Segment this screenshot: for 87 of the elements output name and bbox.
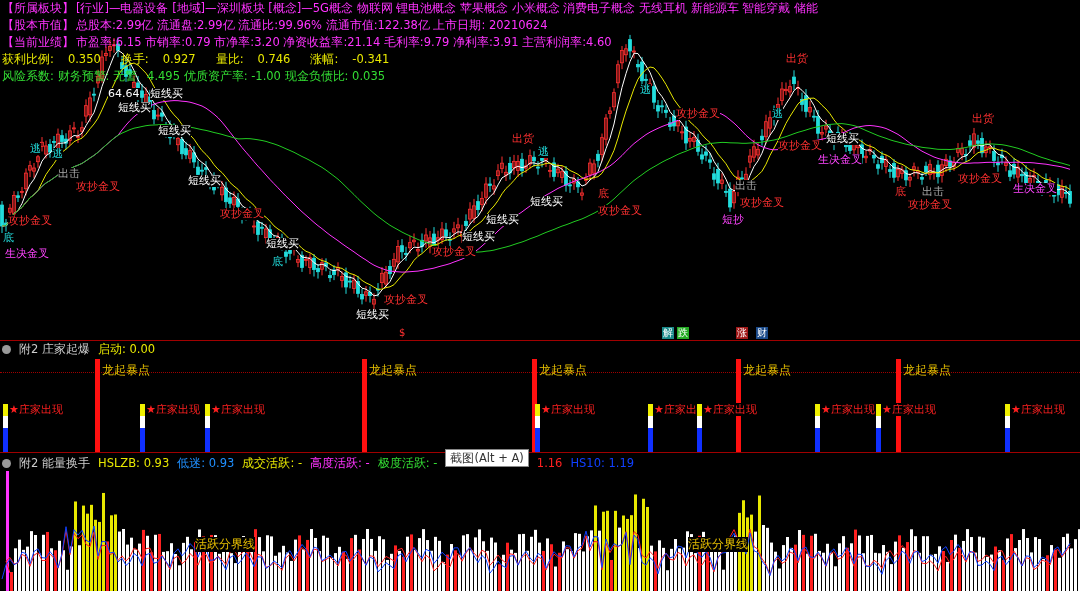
signal-label: 短线买 [158,125,191,137]
panel-reading: HSLZB: 0.93 [98,456,170,470]
signal-label: 短抄 [722,214,744,226]
signal-label: 底 [3,232,14,244]
signal-label: 出击 [58,168,80,180]
signal-label: 生决金叉 [1013,183,1057,195]
metric-value: 0.350 [67,52,101,67]
price-label: 64.64 [108,88,140,100]
signal-label: ★庄家出现 [1011,403,1065,416]
info-label: 【股本市值】 [2,18,74,33]
signal-label: ★庄家出 [654,403,697,416]
signal-label: ★庄家出现 [703,403,757,416]
metric-label: 获利比例: [2,52,54,67]
panel-reading: 极度活跃: - [377,456,438,470]
metric-label: 涨幅: [310,52,339,67]
signal-label: 龙起暴点 [539,363,587,378]
info-label: 【当前业绩】 [2,35,74,50]
signal-label: ★庄家出现 [211,403,265,416]
signal-label: ★庄家出现 [882,403,936,416]
panel-reading: 1.16 [536,456,563,470]
event-badge[interactable]: 涨 [736,327,748,339]
panel-reading: 成交活跃: - [242,456,303,470]
panel-reading: 低迷: 0.93 [177,456,235,470]
signal-label: 短线买 [188,175,221,187]
line-label: 活跃分界线 [688,537,748,552]
panel-reading: 高度活跃: - [310,456,370,470]
event-badge[interactable]: 解 [662,327,674,339]
signal-label: 出货 [786,53,808,65]
info-label: 【所属板块】 [2,1,74,16]
signal-label: 逃 [30,143,41,155]
panel-title: 附2 庄家起爆 [19,342,90,356]
event-badge[interactable]: $ [398,327,407,339]
info-text: [行业]—电器设备 [地域]—深圳板块 [概念]—5G概念 物联网 锂电池概念 苹果概念 小米概念 消费电子概念 无线耳机 新能源车 智能穿戴 储能 [76,1,818,16]
signal-label: ★庄家出现 [821,403,875,416]
line-label: 活跃分界线 [195,537,255,552]
signal-label: 攻抄金叉 [384,294,428,306]
signal-label: 出击 [922,186,944,198]
panel-reading: HS10: 1.19 [570,456,635,470]
event-badge[interactable]: 跌 [677,327,689,339]
panel-reading: 启动: 0.00 [98,342,156,356]
signal-label: 出货 [512,133,534,145]
signal-label: 龙起暴点 [903,363,951,378]
signal-label: 短线买 [150,88,183,100]
signal-label: 短线买 [356,309,389,321]
signal-label: 攻抄金叉 [8,215,52,227]
signal-label: 底 [272,256,283,268]
signal-label: 逃 [772,108,783,120]
signal-label: ★庄家出现 [9,403,63,416]
signal-label: 攻抄金叉 [740,197,784,209]
signal-label: 攻抄金叉 [220,208,264,220]
signal-label: 逃 [538,146,549,158]
signal-label: 短线买 [486,214,519,226]
signal-label: 出击 [735,180,757,192]
signal-label: ★庄家出现 [146,403,200,416]
info-text: 市盈率:6.15 市销率:0.79 市净率:3.20 净资收益率:21.14 毛利率:9.79 净利率:3.91 主营利润率:4.60 [76,35,612,50]
signal-label: 逃 [52,148,63,160]
signal-label: 短线买 [266,238,299,250]
signal-label: 生决金叉 [818,154,862,166]
signal-label: 攻抄金叉 [76,181,120,193]
signal-label: 出货 [972,113,994,125]
signal-label: 攻抄金叉 [908,199,952,211]
metric-value: -0.341 [352,52,390,67]
signal-label: 龙起暴点 [102,363,150,378]
signal-label: 底 [895,186,906,198]
signal-label: 底 [598,188,609,200]
signal-label: 短线买 [530,196,563,208]
signal-label: 短线买 [826,133,859,145]
event-badge[interactable]: 财 [756,327,768,339]
signal-label: 攻抄金叉 [676,108,720,120]
metric-value: 0.927 [162,52,196,67]
metric-label: 量比: [215,52,244,67]
signal-label: 攻抄金叉 [958,173,1002,185]
signal-label: ★庄家出现 [541,403,595,416]
signal-label: 攻抄金叉 [778,140,822,152]
signal-label: 龙起暴点 [369,363,417,378]
signal-label: 短线买 [462,231,495,243]
signal-label: 龙起暴点 [743,363,791,378]
risk-text: 4.495 优质资产率: -1.00 现金负债比: 0.035 [147,69,386,84]
signal-label: 攻抄金叉 [432,246,476,258]
info-text: 总股本:2.99亿 流通盘:2.99亿 流通比:99.96% 流通市值:122.38亿 上市日期: 20210624 [76,18,548,33]
metric-value: 0.746 [257,52,291,67]
tooltip: 截图(Alt + A) [445,449,529,467]
signal-label: 生决金叉 [5,248,49,260]
signal-label: 逃 [640,84,651,96]
signal-label: 攻抄金叉 [598,205,642,217]
panel-title: 附2 能量换手 [19,456,90,470]
signal-label: 短线买 [118,102,151,114]
